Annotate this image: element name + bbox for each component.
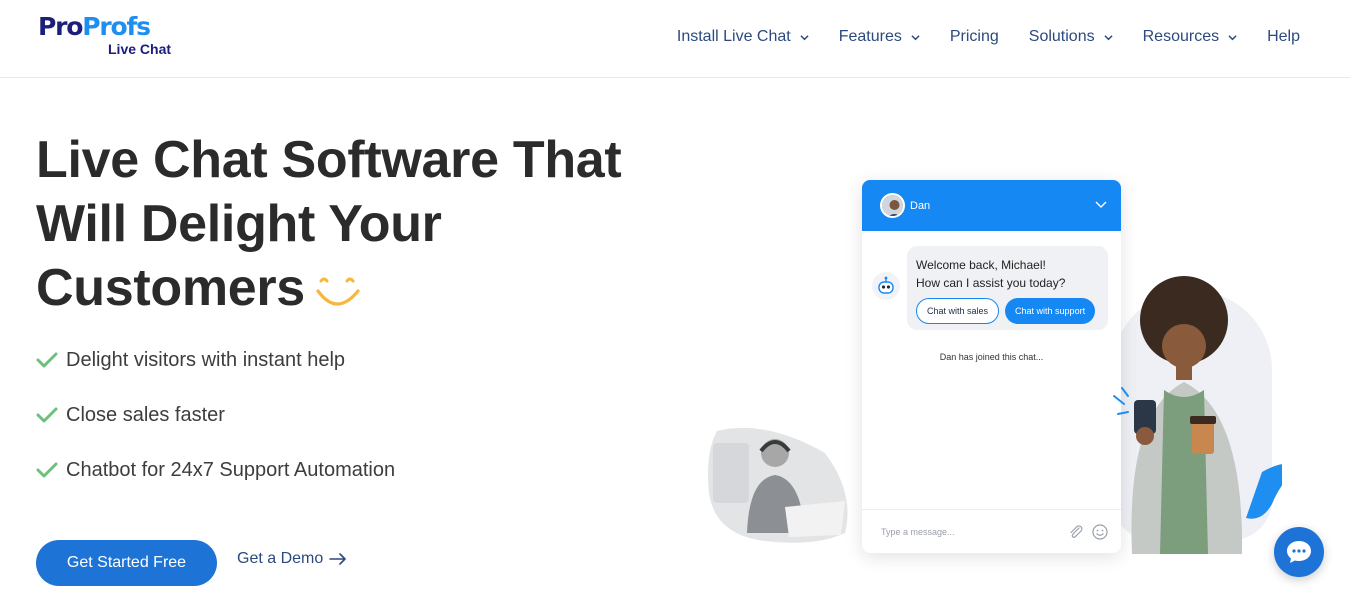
customer-illustration: [1113, 276, 1282, 554]
attachment-icon[interactable]: [1067, 523, 1085, 541]
chat-with-sales-button[interactable]: Chat with sales: [916, 298, 1000, 324]
bullet-text: Delight visitors with instant help: [66, 348, 346, 371]
logo-wordmark: ProProfs: [38, 12, 151, 41]
list-item: Delight visitors with instant help: [36, 346, 395, 374]
nav-label: Resources: [1142, 28, 1220, 45]
input-actions: [1061, 523, 1109, 541]
nav-resources[interactable]: Resources: [1143, 26, 1237, 48]
quick-reply-options: Chat with sales Chat with support: [916, 298, 1099, 324]
chevron-down-icon: [1228, 34, 1237, 40]
proprofs-logo[interactable]: ProProfs Live Chat: [38, 13, 178, 61]
chevron-down-icon: [1104, 34, 1113, 40]
check-icon: [36, 462, 58, 478]
site-header: ProProfs Live Chat Install Live Chat Fea…: [0, 0, 1350, 78]
nav-help[interactable]: Help: [1267, 26, 1300, 48]
main-nav: Install Live Chat Features Pricing Solut…: [677, 26, 1300, 48]
chat-widget-preview: Dan Welcome back, Michael! How can I ass…: [862, 180, 1121, 553]
emoji-icon[interactable]: [1091, 523, 1109, 541]
smiley-icon: [316, 277, 360, 306]
check-icon: [36, 407, 58, 423]
nav-label: Solutions: [1028, 28, 1095, 45]
nav-features[interactable]: Features: [839, 26, 920, 48]
bot-icon: [872, 272, 900, 300]
agent-avatar: [880, 193, 905, 218]
agent-avatar-image: [882, 195, 903, 216]
hero-title: Live Chat Software That Will Delight You…: [36, 128, 676, 320]
hero-title-line1: Live Chat Software That: [36, 131, 622, 189]
list-item: Chatbot for 24x7 Support Automation: [36, 456, 395, 484]
chat-bubble-icon: [1287, 541, 1311, 563]
open-chat-button[interactable]: [1274, 527, 1324, 577]
chat-header: Dan: [862, 180, 1121, 231]
feature-list: Delight visitors with instant help Close…: [36, 346, 395, 511]
chat-status-text: Dan has joined this chat...: [939, 352, 1044, 362]
support-agent-photo: [708, 427, 848, 543]
check-icon: [36, 352, 58, 368]
nav-solutions[interactable]: Solutions: [1029, 26, 1113, 48]
nav-pricing[interactable]: Pricing: [950, 26, 999, 48]
bullet-text: Chatbot for 24x7 Support Automation: [66, 458, 396, 481]
bot-glyph: [878, 276, 894, 294]
arrow-right-icon: [329, 553, 347, 565]
hero-title-line3: Customers: [36, 259, 305, 317]
nav-label: Help: [1267, 28, 1300, 45]
hero-title-line2: Will Delight Your: [36, 195, 442, 253]
message-input[interactable]: Type a message...: [881, 527, 1061, 537]
nav-label: Install Live Chat: [676, 28, 791, 45]
bullet-text: Close sales faster: [66, 403, 225, 426]
nav-install-live-chat[interactable]: Install Live Chat: [677, 26, 809, 48]
nav-label: Features: [838, 28, 902, 45]
nav-label: Pricing: [949, 28, 999, 45]
agent-name: Dan: [910, 199, 931, 212]
chat-with-support-button[interactable]: Chat with support: [1005, 298, 1096, 324]
list-item: Close sales faster: [36, 401, 395, 429]
get-started-free-button[interactable]: Get Started Free: [36, 540, 217, 586]
message-input-bar[interactable]: Type a message...: [862, 509, 1121, 553]
get-a-demo-link[interactable]: Get a Demo: [237, 550, 347, 568]
demo-link-label: Get a Demo: [237, 550, 324, 567]
message-line: How can I assist you today?: [916, 276, 1066, 290]
chevron-down-icon: [800, 34, 809, 40]
bot-message-bubble: Welcome back, Michael! How can I assist …: [907, 246, 1108, 330]
chevron-down-icon[interactable]: [1095, 200, 1107, 210]
logo-product-name: Live Chat: [108, 41, 172, 57]
chevron-down-icon: [911, 34, 920, 40]
message-line: Welcome back, Michael!: [916, 258, 1046, 272]
